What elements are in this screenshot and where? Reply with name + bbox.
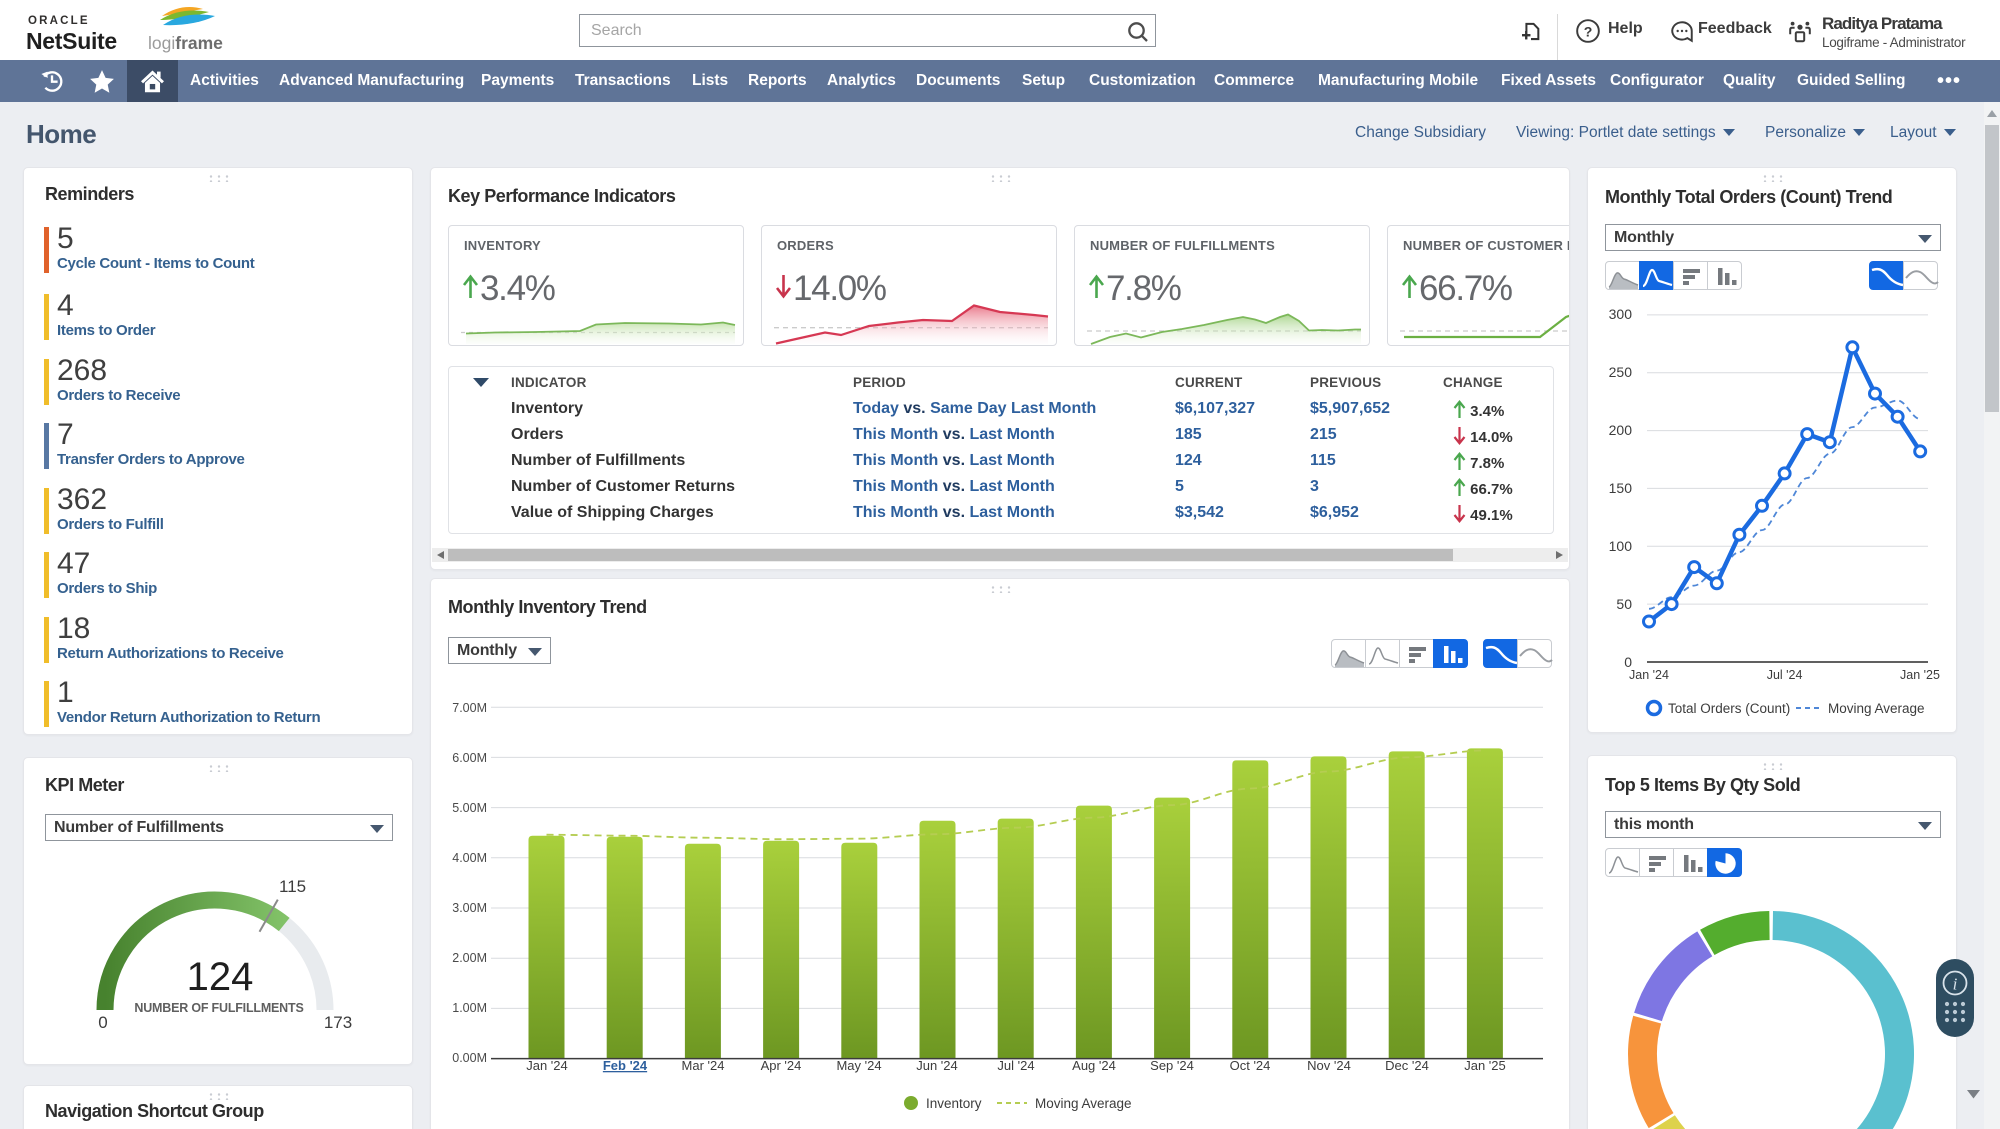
svg-text:250: 250 xyxy=(1609,364,1633,380)
svg-text:2.00M: 2.00M xyxy=(452,951,487,965)
svg-text:3.00M: 3.00M xyxy=(452,901,487,915)
svg-text:5.00M: 5.00M xyxy=(452,801,487,815)
svg-text:0.00M: 0.00M xyxy=(452,1051,487,1065)
svg-text:124: 124 xyxy=(187,955,254,999)
svg-text:Jul '24: Jul '24 xyxy=(997,1058,1034,1073)
svg-text:Jan '24: Jan '24 xyxy=(526,1058,568,1073)
svg-text:Jul '24: Jul '24 xyxy=(1767,668,1803,682)
svg-text:100: 100 xyxy=(1609,538,1633,554)
svg-text:6.00M: 6.00M xyxy=(452,751,487,765)
svg-text:Apr '24: Apr '24 xyxy=(761,1058,802,1073)
svg-text:May '24: May '24 xyxy=(836,1058,881,1073)
svg-text:Moving Average: Moving Average xyxy=(1035,1096,1132,1111)
svg-text:1.00M: 1.00M xyxy=(452,1001,487,1015)
svg-text:50: 50 xyxy=(1616,596,1632,612)
svg-text:150: 150 xyxy=(1609,480,1633,496)
svg-text:0: 0 xyxy=(98,1013,107,1032)
svg-text:Jan '24: Jan '24 xyxy=(1629,668,1669,682)
svg-text:Jun '24: Jun '24 xyxy=(916,1058,958,1073)
svg-text:Inventory: Inventory xyxy=(926,1096,982,1111)
svg-text:Feb '24: Feb '24 xyxy=(603,1058,648,1073)
svg-text:Sep '24: Sep '24 xyxy=(1150,1058,1194,1073)
svg-text:i: i xyxy=(1953,975,1958,994)
svg-text:173: 173 xyxy=(324,1013,352,1032)
svg-text:4.00M: 4.00M xyxy=(452,851,487,865)
svg-text:115: 115 xyxy=(279,877,306,896)
svg-text:Moving Average: Moving Average xyxy=(1828,701,1925,716)
svg-text:200: 200 xyxy=(1609,422,1633,438)
svg-text:Dec '24: Dec '24 xyxy=(1385,1058,1429,1073)
svg-text:Total Orders (Count): Total Orders (Count) xyxy=(1668,701,1790,716)
svg-text:NUMBER OF FULFILLMENTS: NUMBER OF FULFILLMENTS xyxy=(134,1001,303,1015)
svg-text:7.00M: 7.00M xyxy=(452,701,487,715)
svg-text:Jan '25: Jan '25 xyxy=(1900,668,1940,682)
svg-text:Nov '24: Nov '24 xyxy=(1307,1058,1351,1073)
svg-text:300: 300 xyxy=(1609,306,1633,322)
svg-text:?: ? xyxy=(1584,23,1593,39)
svg-text:Oct '24: Oct '24 xyxy=(1230,1058,1271,1073)
svg-text:Mar '24: Mar '24 xyxy=(682,1058,725,1073)
svg-text:Aug '24: Aug '24 xyxy=(1072,1058,1116,1073)
svg-text:Jan '25: Jan '25 xyxy=(1464,1058,1506,1073)
